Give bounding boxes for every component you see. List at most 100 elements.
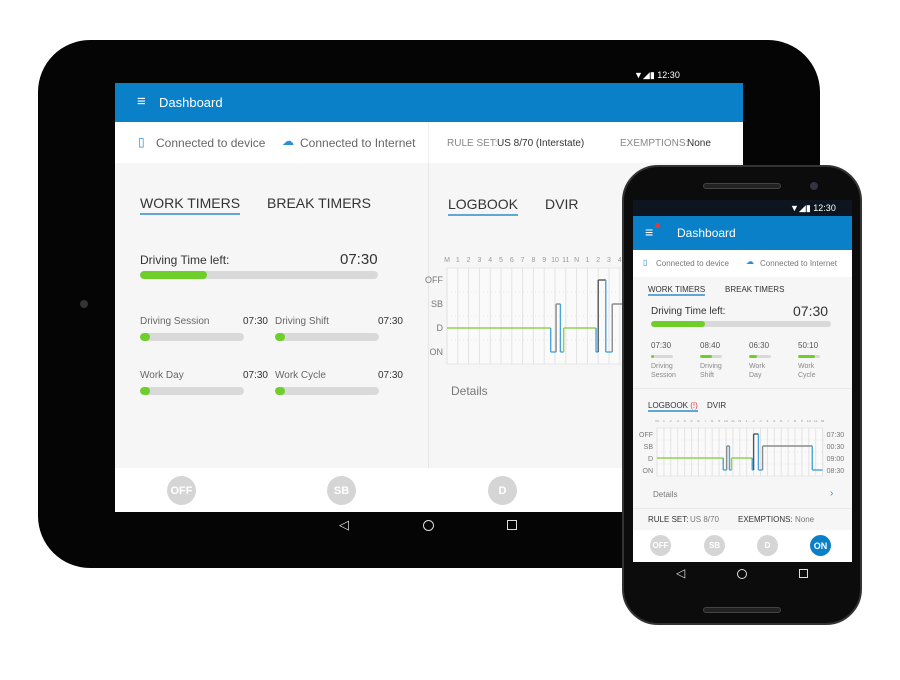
driving-time-label: Driving Time left: bbox=[140, 253, 230, 267]
tab-dvir[interactable]: DVIR bbox=[545, 196, 578, 214]
row-label: SB bbox=[644, 444, 654, 451]
cloud-icon: ☁ bbox=[282, 134, 294, 148]
timer-value: 08:40 bbox=[700, 341, 721, 350]
hour-tick-label: 3 bbox=[759, 420, 762, 423]
timer-label: Work Cycle bbox=[275, 370, 326, 381]
hour-tick-label: 3 bbox=[607, 257, 611, 264]
hour-tick-label: 4 bbox=[488, 257, 492, 264]
status-off-button[interactable]: OFF bbox=[650, 535, 671, 556]
cloud-icon: ☁ bbox=[746, 257, 754, 266]
hour-tick-label: 4 bbox=[766, 420, 769, 423]
recent-apps-icon[interactable] bbox=[799, 569, 808, 578]
tab-work-timers[interactable]: WORK TIMERS bbox=[140, 195, 241, 215]
timer-progress bbox=[275, 333, 379, 341]
timer-progress bbox=[275, 387, 379, 395]
tab-break-timers[interactable]: BREAK TIMERS bbox=[725, 285, 784, 296]
timer-progress-fill bbox=[140, 387, 151, 395]
status-d-button[interactable]: D bbox=[488, 476, 517, 505]
home-icon[interactable] bbox=[737, 569, 747, 579]
driving-time-label: Driving Time left: bbox=[651, 306, 726, 317]
alert-indicator: (!) bbox=[690, 401, 698, 410]
row-label: OFF bbox=[425, 275, 443, 285]
row-label: ON bbox=[643, 468, 654, 475]
tab-logbook[interactable]: LOGBOOK (!) bbox=[648, 401, 698, 412]
row-label: D bbox=[437, 323, 444, 333]
divider bbox=[633, 508, 852, 509]
phone-screen: ▼◢▮ 12:30 ≡ Dashboard ▯ Connected to dev… bbox=[633, 200, 852, 562]
tab-logbook[interactable]: LOGBOOK bbox=[448, 196, 519, 216]
hour-tick-label: N bbox=[738, 420, 741, 423]
driving-time-value: 07:30 bbox=[793, 303, 829, 319]
status-off-button[interactable]: OFF bbox=[167, 476, 196, 505]
status-icons: ▼◢▮ 12:30 bbox=[634, 70, 680, 80]
home-icon[interactable] bbox=[423, 520, 434, 531]
status-sb-button[interactable]: SB bbox=[327, 476, 356, 505]
timer-label: Driving Shift bbox=[700, 363, 722, 379]
timer-progress-fill bbox=[140, 333, 151, 341]
details-link[interactable]: Details bbox=[653, 490, 677, 499]
status-bar-bottom: OFF SB D ON bbox=[633, 530, 852, 562]
timer-label: Work Cycle bbox=[798, 363, 816, 379]
hour-tick-label: 9 bbox=[718, 420, 721, 423]
hour-tick-label: 8 bbox=[531, 257, 535, 264]
tab-work-timers[interactable]: WORK TIMERS bbox=[648, 285, 706, 296]
rule-set-value: US 8/70 bbox=[690, 515, 719, 524]
status-icons: ▼◢▮ 12:30 bbox=[790, 203, 836, 213]
exemptions-value: None bbox=[795, 515, 815, 524]
hour-tick-label: 6 bbox=[697, 420, 700, 423]
connected-internet: Connected to Internet bbox=[300, 136, 416, 150]
back-icon[interactable]: ◁ bbox=[339, 517, 349, 533]
tab-break-timers[interactable]: BREAK TIMERS bbox=[267, 195, 371, 213]
status-sb-button[interactable]: SB bbox=[704, 535, 725, 556]
phone-device-icon: ▯ bbox=[643, 258, 648, 267]
details-link[interactable]: Details bbox=[451, 384, 488, 398]
hour-tick-label: 5 bbox=[773, 420, 776, 423]
logbook-label: LOGBOOK bbox=[648, 401, 689, 410]
timer-progress bbox=[140, 387, 244, 395]
hour-tick-label: 1 bbox=[585, 257, 589, 264]
hour-tick-label: 11 bbox=[562, 257, 569, 264]
timer-label: Work Day bbox=[140, 370, 184, 381]
timer-label: Driving Session bbox=[140, 316, 210, 327]
status-on-button[interactable]: ON bbox=[810, 535, 831, 556]
hour-tick-label: 9 bbox=[542, 257, 546, 264]
timer-value: 07:30 bbox=[242, 370, 268, 381]
recent-apps-icon[interactable] bbox=[507, 520, 517, 530]
row-label: ON bbox=[430, 347, 444, 357]
tab-dvir[interactable]: DVIR bbox=[707, 401, 726, 412]
timer-value: 06:30 bbox=[749, 341, 770, 350]
status-d-button[interactable]: D bbox=[757, 535, 778, 556]
hour-tick-label: 2 bbox=[670, 420, 673, 423]
hour-tick-label: N bbox=[574, 257, 579, 264]
hour-tick-label: 1 bbox=[663, 420, 666, 423]
row-label: OFF bbox=[639, 432, 653, 439]
driving-time-value: 07:30 bbox=[340, 251, 378, 268]
timer-label: Driving Shift bbox=[275, 316, 329, 327]
timer-progress bbox=[700, 355, 722, 358]
back-icon[interactable]: ◁ bbox=[676, 566, 685, 580]
app-header: ≡ Dashboard bbox=[115, 83, 743, 122]
timer-progress bbox=[651, 355, 673, 358]
timer-value: 07:30 bbox=[377, 316, 403, 327]
speaker-grille bbox=[703, 183, 781, 189]
timer-progress-fill bbox=[798, 355, 815, 358]
driving-time-progress bbox=[140, 271, 378, 279]
camera-icon bbox=[810, 182, 818, 190]
menu-icon[interactable]: ≡ bbox=[645, 224, 653, 240]
timer-progress bbox=[140, 333, 244, 341]
hour-tick-label: 8 bbox=[711, 420, 714, 423]
hour-tick-label: 11 bbox=[731, 420, 736, 423]
timer-progress-fill bbox=[651, 355, 655, 358]
row-total: 08:30 bbox=[827, 468, 845, 475]
menu-icon[interactable]: ≡ bbox=[137, 93, 146, 110]
exemptions-label: EXEMPTIONS: bbox=[738, 515, 793, 524]
chevron-right-icon[interactable]: › bbox=[830, 488, 833, 499]
row-total: 00:30 bbox=[827, 444, 845, 451]
app-header: ≡ Dashboard bbox=[633, 216, 852, 250]
hour-tick-label: 4 bbox=[683, 420, 686, 423]
page-title: Dashboard bbox=[159, 95, 223, 110]
hour-tick-label: 6 bbox=[780, 420, 783, 423]
hour-tick-label: 8 bbox=[794, 420, 797, 423]
hour-tick-label: 7 bbox=[704, 420, 707, 423]
timer-label: Driving Session bbox=[651, 363, 676, 379]
